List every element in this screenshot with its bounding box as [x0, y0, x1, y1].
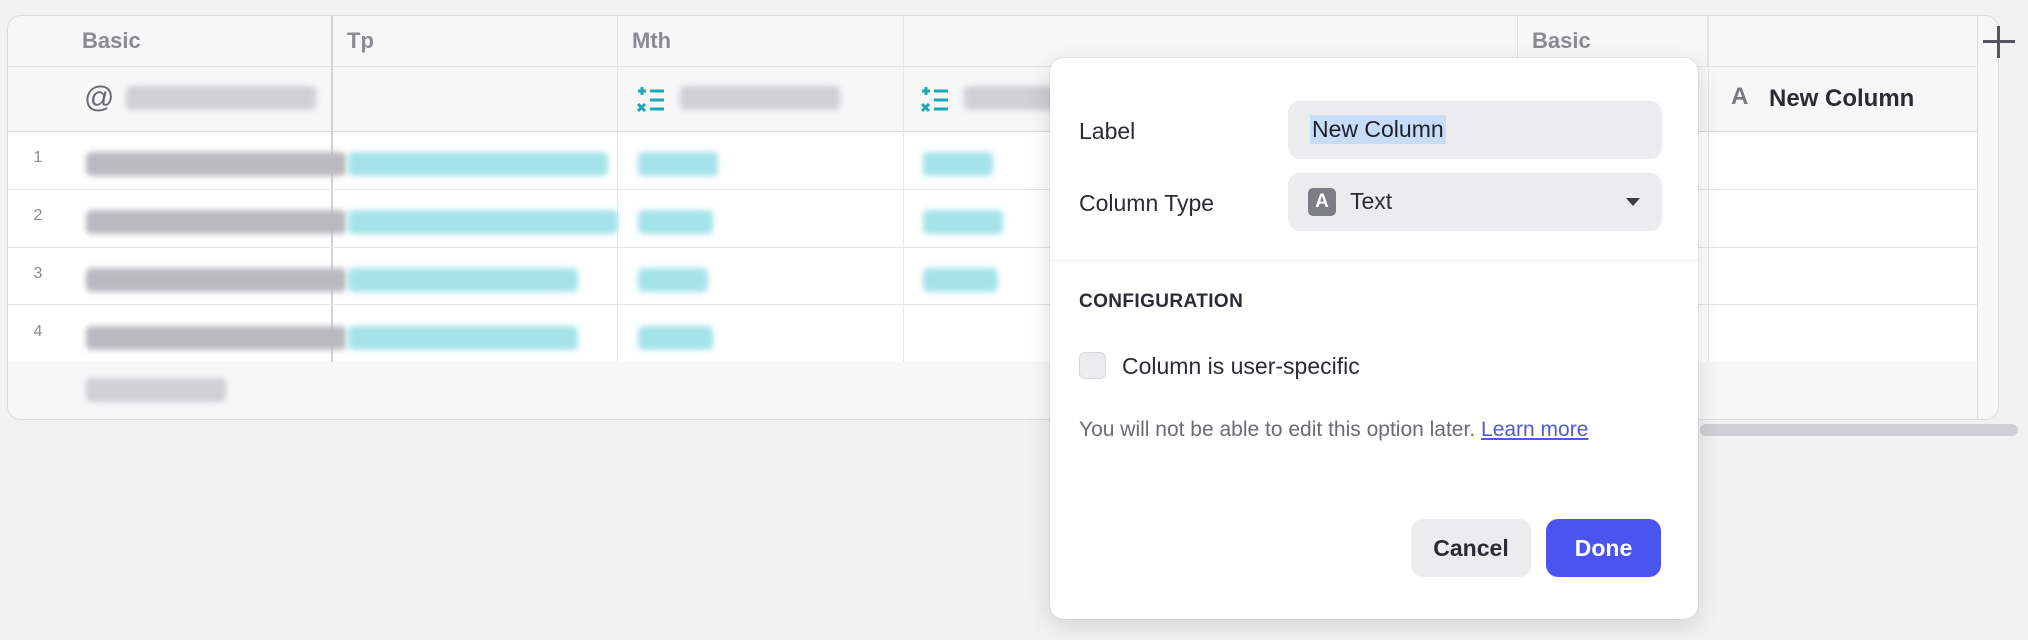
- table-cell-redacted[interactable]: [348, 268, 578, 292]
- group-label: Basic: [82, 28, 141, 53]
- table-cell-redacted[interactable]: [638, 210, 713, 234]
- new-column-header[interactable]: A New Column: [1723, 67, 1977, 131]
- group-basic-1[interactable]: Basic: [68, 16, 333, 66]
- formula-icon: [920, 87, 948, 113]
- column-type-field-label: Column Type: [1079, 190, 1215, 216]
- at-icon: @: [84, 81, 115, 114]
- row-divider: [8, 304, 1998, 305]
- horizontal-scrollbar[interactable]: [1700, 424, 2018, 436]
- table-cell-redacted[interactable]: [86, 210, 346, 234]
- text-type-icon: A: [1308, 188, 1336, 216]
- table-cell-redacted[interactable]: [923, 152, 993, 176]
- user-specific-checkbox[interactable]: [1079, 352, 1106, 379]
- column-divider: [903, 16, 904, 419]
- row-divider: [8, 189, 1998, 190]
- configuration-heading: CONFIGURATION: [1079, 291, 1244, 312]
- column-name-redacted[interactable]: [680, 86, 840, 110]
- row-number: 3: [33, 265, 43, 282]
- table-cell-redacted[interactable]: [638, 152, 718, 176]
- add-column-strip: [1977, 16, 1998, 419]
- new-column-header-label: New Column: [1769, 85, 1915, 112]
- row-number: 1: [33, 149, 43, 166]
- table-cell-redacted[interactable]: [86, 268, 346, 292]
- table-cell-redacted[interactable]: [638, 268, 708, 292]
- label-input-value: New Column: [1310, 115, 1446, 144]
- table-cell-redacted[interactable]: [348, 210, 618, 234]
- learn-more-link[interactable]: Learn more: [1481, 418, 1588, 441]
- summary-redacted[interactable]: [86, 378, 226, 402]
- help-text: You will not be able to edit this option…: [1079, 418, 1588, 442]
- table-cell-redacted[interactable]: [86, 326, 346, 350]
- column-name-redacted[interactable]: [964, 86, 1064, 110]
- row-divider: [8, 247, 1998, 248]
- text-type-icon: A: [1731, 83, 1749, 110]
- group-header-row: Basic Tp Mth Basic: [8, 16, 1998, 67]
- label-field-label: Label: [1079, 118, 1136, 144]
- table-cell-redacted[interactable]: [923, 268, 998, 292]
- group-tp[interactable]: Tp: [333, 16, 618, 66]
- column-type-select[interactable]: A Text: [1288, 173, 1662, 231]
- table-cell-redacted[interactable]: [348, 326, 578, 350]
- table-cell-redacted[interactable]: [638, 326, 713, 350]
- help-text-body: You will not be able to edit this option…: [1079, 418, 1476, 441]
- divider: [1050, 260, 1698, 261]
- add-column-button[interactable]: [1980, 22, 2020, 62]
- row-number: 2: [33, 207, 43, 224]
- column-type-value: Text: [1350, 188, 1393, 214]
- new-column-popover: Label New Column Column Type A Text CONF…: [1050, 58, 1698, 619]
- table-cell-redacted[interactable]: [86, 152, 346, 176]
- formula-icon: [636, 87, 664, 113]
- column-header-row: @: [8, 67, 1998, 132]
- data-grid: Basic Tp Mth Basic @ A New Column 1 2 3 …: [7, 15, 1999, 420]
- cancel-button[interactable]: Cancel: [1411, 519, 1531, 577]
- group-label: Mth: [632, 28, 672, 53]
- chevron-down-icon: [1626, 198, 1640, 206]
- label-input[interactable]: New Column: [1288, 101, 1662, 159]
- column-divider: [1708, 16, 1709, 419]
- summary-row: [8, 362, 1998, 419]
- user-specific-label[interactable]: Column is user-specific: [1122, 353, 1360, 380]
- table-cell-redacted[interactable]: [923, 210, 1003, 234]
- done-button[interactable]: Done: [1546, 519, 1661, 577]
- table-cell-redacted[interactable]: [348, 152, 608, 176]
- group-label: Basic: [1532, 28, 1591, 53]
- group-label: Tp: [347, 28, 374, 53]
- row-number: 4: [33, 323, 43, 340]
- column-name-redacted[interactable]: [126, 86, 316, 110]
